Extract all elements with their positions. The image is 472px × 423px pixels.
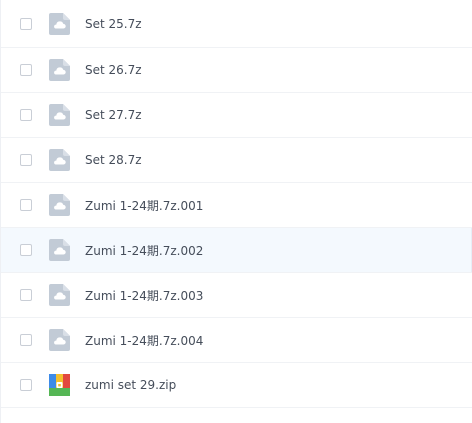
file-row[interactable]: Zumi 1-24期.7z.004 <box>1 318 472 363</box>
row-checkbox[interactable] <box>20 379 32 391</box>
cloud-file-icon <box>49 12 70 35</box>
cloud-file-icon <box>49 149 70 171</box>
row-checkbox[interactable] <box>20 154 32 166</box>
file-row[interactable]: Zumi 1-24期.7z.001 <box>1 183 472 228</box>
row-checkbox[interactable] <box>20 109 32 121</box>
file-list: Set 25.7z Set 26.7z Set 27.7z Set 28.7z … <box>0 0 472 423</box>
file-row[interactable]: Set 26.7z <box>1 48 472 93</box>
file-row[interactable]: Set 27.7z <box>1 93 472 138</box>
file-name[interactable]: Zumi 1-24期.7z.003 <box>85 287 203 304</box>
file-name[interactable]: Set 28.7z <box>85 153 142 167</box>
file-name[interactable]: Set 27.7z <box>85 108 142 122</box>
file-row[interactable]: Set 28.7z <box>1 138 472 183</box>
file-row[interactable]: Zumi 1-24期.7z.003 <box>1 273 472 318</box>
cloud-file-icon <box>49 329 70 351</box>
cloud-file-icon <box>49 104 70 126</box>
file-row[interactable]: Set 25.7z <box>1 0 472 48</box>
file-name[interactable]: Zumi 1-24期.7z.004 <box>85 332 203 349</box>
file-name[interactable]: Zumi 1-24期.7z.002 <box>85 242 203 259</box>
row-checkbox[interactable] <box>20 289 32 301</box>
file-row-hovered[interactable]: Zumi 1-24期.7z.002 <box>1 228 472 273</box>
zip-archive-icon <box>49 374 70 396</box>
file-name[interactable]: Set 26.7z <box>85 63 142 77</box>
row-checkbox[interactable] <box>20 334 32 346</box>
file-name[interactable]: zumi set 29.zip <box>85 378 176 392</box>
cloud-file-icon <box>49 59 70 81</box>
file-name[interactable]: Set 25.7z <box>85 17 142 31</box>
cloud-file-icon <box>49 239 70 261</box>
row-checkbox[interactable] <box>20 199 32 211</box>
file-name[interactable]: Zumi 1-24期.7z.001 <box>85 197 203 214</box>
cloud-file-icon <box>49 194 70 216</box>
file-row[interactable]: zumi set 29.zip <box>1 363 472 408</box>
cloud-file-icon <box>49 284 70 306</box>
row-checkbox[interactable] <box>20 17 32 30</box>
row-checkbox[interactable] <box>20 64 32 76</box>
row-checkbox[interactable] <box>20 244 32 256</box>
